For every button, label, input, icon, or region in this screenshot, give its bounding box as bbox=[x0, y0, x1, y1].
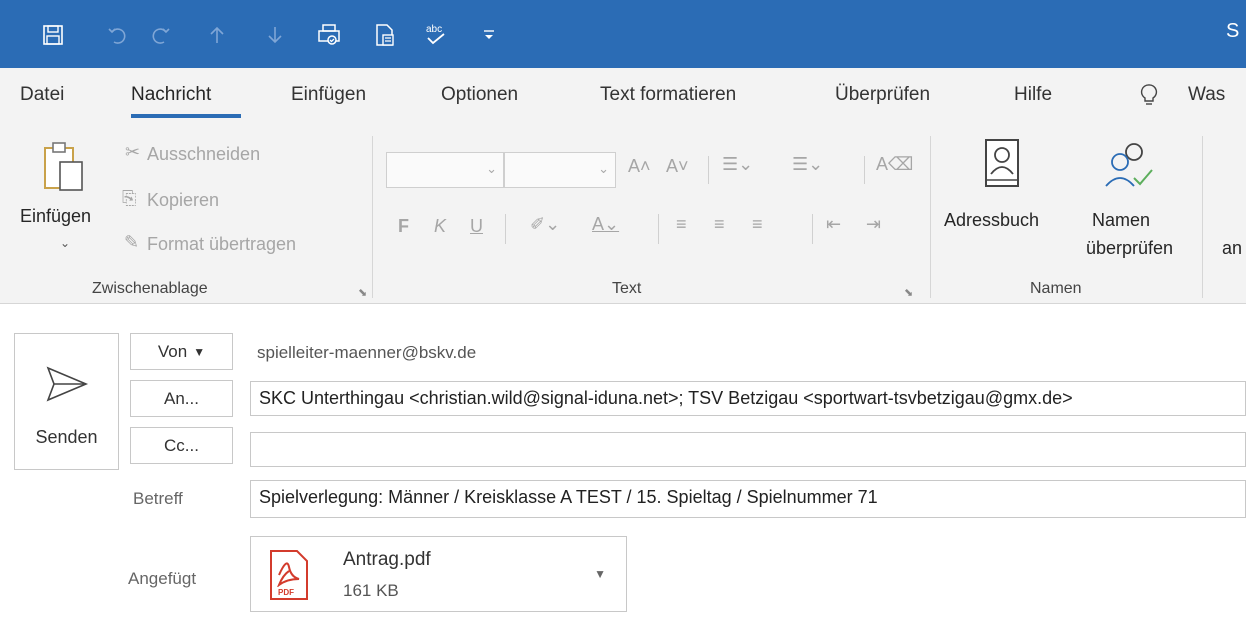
active-tab-indicator bbox=[131, 114, 241, 118]
text-launcher-icon[interactable]: ⬊ bbox=[904, 286, 913, 299]
svg-text:abc: abc bbox=[426, 24, 442, 35]
attachment-menu-icon[interactable]: ▼ bbox=[594, 567, 606, 581]
group-label-names: Namen bbox=[1030, 280, 1082, 297]
from-value: spielleiter-maenner@bskv.de bbox=[257, 343, 477, 362]
lightbulb-icon[interactable] bbox=[1136, 82, 1162, 108]
cut-button[interactable]: Ausschneiden bbox=[147, 144, 260, 165]
check-names-icon bbox=[1105, 143, 1153, 187]
format-painter-button[interactable]: Format übertragen bbox=[147, 234, 296, 255]
save-icon[interactable] bbox=[40, 22, 66, 48]
group-separator bbox=[930, 136, 931, 298]
chevron-down-icon: ⌄ bbox=[598, 161, 609, 176]
tab-optionen[interactable]: Optionen bbox=[441, 84, 518, 106]
group-label-text: Text bbox=[612, 280, 642, 297]
spelling-icon[interactable]: abc bbox=[424, 22, 450, 48]
ribbon-tabs: Datei Nachricht Einfügen Optionen Text f… bbox=[0, 68, 1246, 128]
chevron-down-icon: ⌄ bbox=[60, 236, 71, 250]
numbering-icon[interactable]: ☰⌄ bbox=[792, 154, 823, 175]
check-names-label-line2: überprüfen bbox=[1086, 238, 1174, 258]
attached-label: Angefügt bbox=[128, 569, 197, 588]
address-book-icon bbox=[985, 139, 1019, 187]
tab-nachricht[interactable]: Nachricht bbox=[131, 84, 211, 106]
font-size-combo[interactable]: ⌄ bbox=[504, 152, 616, 188]
tab-hilfe[interactable]: Hilfe bbox=[1014, 84, 1052, 106]
print-preview-icon[interactable] bbox=[316, 22, 342, 48]
underline-button[interactable]: U bbox=[470, 216, 483, 237]
from-button[interactable]: Von ▼ bbox=[130, 333, 233, 370]
grow-font-icon[interactable]: A˄ bbox=[628, 156, 651, 177]
tab-ueberpruefen[interactable]: Überprüfen bbox=[835, 84, 930, 106]
bullets-icon[interactable]: ☰⌄ bbox=[722, 154, 753, 175]
address-book-button[interactable]: Adressbuch bbox=[940, 134, 1064, 264]
divider bbox=[864, 156, 865, 184]
cut-icon: ✂ bbox=[125, 142, 141, 162]
divider bbox=[708, 156, 709, 184]
address-book-label: Adressbuch bbox=[944, 210, 1040, 230]
title-bar: abc S bbox=[0, 0, 1246, 68]
from-button-label: Von bbox=[157, 341, 188, 361]
attachment-item[interactable]: PDF Antrag.pdf 161 KB ▼ bbox=[250, 536, 627, 612]
check-names-label-line1: Namen bbox=[1092, 210, 1151, 230]
cc-button[interactable]: Cc... bbox=[130, 427, 233, 464]
customize-qat-icon[interactable] bbox=[476, 22, 502, 48]
paste-label: Einfügen bbox=[20, 206, 92, 226]
ribbon: Einfügen ⌄ ✂ Ausschneiden ⎘ Kopieren ✎ F… bbox=[0, 128, 1246, 304]
check-names-button[interactable]: Namen überprüfen bbox=[1074, 134, 1198, 276]
group-separator bbox=[1202, 136, 1203, 298]
cc-button-label: Cc... bbox=[164, 435, 199, 455]
italic-button[interactable]: K bbox=[434, 216, 446, 237]
increase-indent-icon[interactable]: ⇥ bbox=[866, 214, 881, 235]
to-field[interactable]: SKC Unterthingau <christian.wild@signal-… bbox=[250, 381, 1246, 416]
group-label-clipboard: Zwischenablage bbox=[92, 280, 208, 297]
attachment-size: 161 KB bbox=[343, 581, 399, 600]
divider bbox=[658, 214, 659, 244]
copy-button[interactable]: Kopieren bbox=[147, 190, 219, 211]
clipboard-icon bbox=[44, 142, 83, 191]
tab-datei[interactable]: Datei bbox=[20, 84, 64, 106]
highlight-icon[interactable]: ✐⌄ bbox=[530, 214, 560, 235]
format-painter-icon: ✎ bbox=[124, 232, 140, 252]
group-separator bbox=[372, 136, 373, 298]
send-icon bbox=[46, 366, 89, 402]
send-button[interactable]: Senden bbox=[14, 333, 119, 470]
paste-button[interactable]: Einfügen ⌄ bbox=[18, 136, 116, 260]
shrink-font-icon[interactable]: A˅ bbox=[666, 156, 689, 177]
align-right-icon[interactable]: ≡ bbox=[752, 214, 763, 235]
font-color-icon[interactable]: A⌄ bbox=[592, 214, 619, 235]
pdf-file-icon: PDF bbox=[270, 550, 308, 600]
down-arrow-icon[interactable] bbox=[262, 22, 288, 48]
pdf-icon-text: PDF bbox=[278, 588, 294, 597]
font-family-combo[interactable]: ⌄ bbox=[386, 152, 504, 188]
redo-icon[interactable] bbox=[148, 22, 174, 48]
subject-field[interactable]: Spielverlegung: Männer / Kreisklasse A T… bbox=[250, 480, 1246, 518]
cc-field[interactable] bbox=[250, 432, 1246, 467]
to-button[interactable]: An... bbox=[130, 380, 233, 417]
chevron-down-icon: ⌄ bbox=[486, 161, 497, 176]
decrease-indent-icon[interactable]: ⇤ bbox=[826, 214, 841, 235]
ribbon-cutoff-label[interactable]: an bbox=[1222, 238, 1242, 259]
divider bbox=[505, 214, 506, 244]
to-button-label: An... bbox=[164, 388, 199, 408]
send-label: Senden bbox=[35, 427, 98, 447]
copy-icon: ⎘ bbox=[122, 188, 137, 208]
clipboard-launcher-icon[interactable]: ⬊ bbox=[358, 286, 367, 299]
subject-label: Betreff bbox=[133, 489, 183, 508]
align-center-icon[interactable]: ≡ bbox=[714, 214, 725, 235]
undo-icon[interactable] bbox=[104, 22, 130, 48]
attach-document-icon[interactable] bbox=[372, 22, 398, 48]
clear-formatting-icon[interactable]: A⌫ bbox=[876, 154, 913, 175]
tell-me-search[interactable]: Was bbox=[1188, 84, 1225, 106]
tab-text-formatieren[interactable]: Text formatieren bbox=[600, 84, 736, 106]
tab-einfuegen[interactable]: Einfügen bbox=[291, 84, 366, 106]
align-left-icon[interactable]: ≡ bbox=[676, 214, 687, 235]
up-arrow-icon[interactable] bbox=[204, 22, 230, 48]
attachment-name: Antrag.pdf bbox=[343, 549, 431, 570]
bold-button[interactable]: F bbox=[398, 216, 409, 237]
window-title: S bbox=[1226, 20, 1240, 42]
divider bbox=[812, 214, 813, 244]
caret-down-icon: ▼ bbox=[193, 344, 206, 359]
